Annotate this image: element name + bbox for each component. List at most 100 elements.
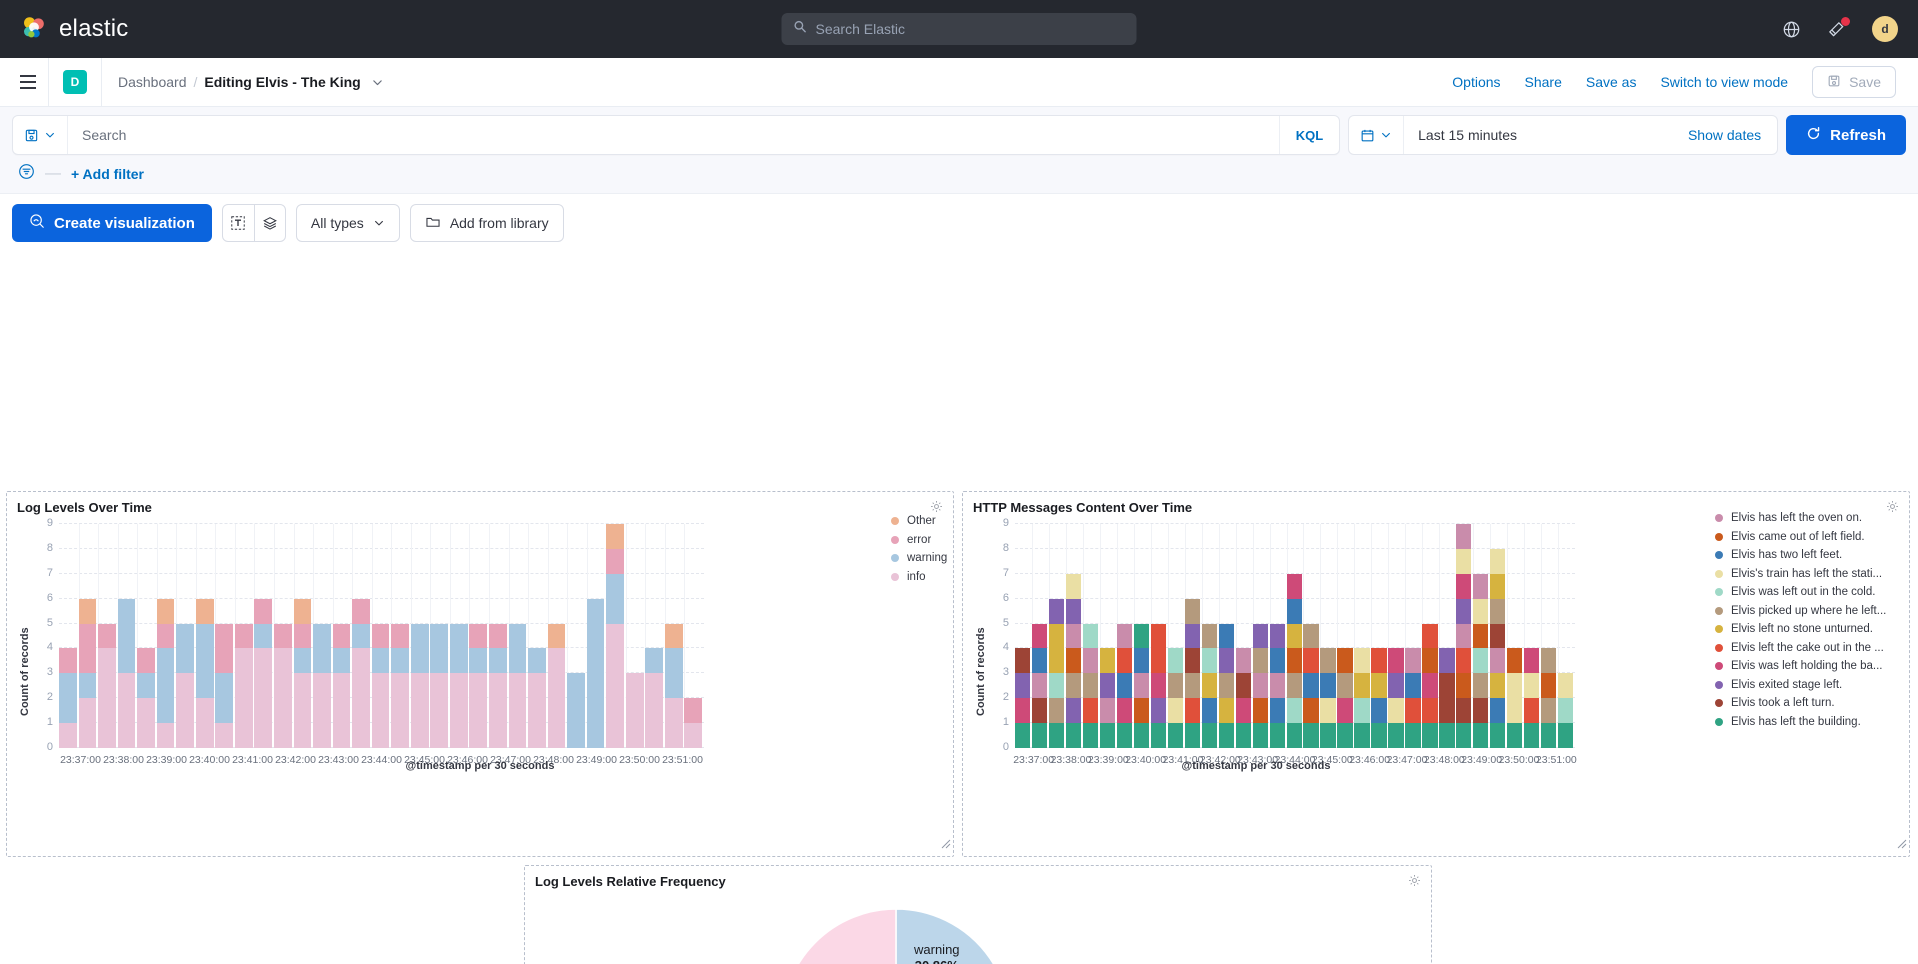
chevron-down-icon[interactable]: [371, 76, 384, 89]
add-text-icon[interactable]: [223, 205, 254, 241]
bar[interactable]: [1083, 624, 1098, 748]
bar[interactable]: [1100, 648, 1115, 748]
panel-log-levels-relative-frequency[interactable]: Log Levels Relative Frequency warning30.…: [524, 865, 1432, 964]
legend-item[interactable]: Elvis took a left turn.: [1715, 697, 1895, 709]
bar[interactable]: [1371, 648, 1386, 748]
bar[interactable]: [684, 698, 702, 748]
legend-item[interactable]: error: [891, 534, 947, 546]
bar[interactable]: [1287, 574, 1302, 748]
add-filter-button[interactable]: + Add filter: [71, 166, 144, 182]
legend-item[interactable]: Elvis came out of left field.: [1715, 531, 1895, 543]
save-button[interactable]: Save: [1812, 66, 1896, 98]
bar[interactable]: [176, 624, 194, 748]
bar[interactable]: [548, 624, 566, 748]
bar[interactable]: [98, 624, 116, 748]
bar[interactable]: [528, 648, 546, 748]
menu-hamburger-icon[interactable]: [8, 62, 48, 102]
bar[interactable]: [1354, 648, 1369, 748]
bar[interactable]: [450, 624, 468, 748]
panel-resize-handle[interactable]: [941, 836, 951, 854]
bar[interactable]: [137, 648, 155, 748]
bar[interactable]: [1015, 648, 1030, 748]
bar[interactable]: [333, 624, 351, 748]
bar[interactable]: [1439, 648, 1454, 748]
user-avatar[interactable]: d: [1872, 16, 1898, 42]
bar[interactable]: [1236, 648, 1251, 748]
bar[interactable]: [235, 624, 253, 748]
bar[interactable]: [79, 599, 97, 748]
panel-http-messages-content-over-time[interactable]: HTTP Messages Content Over Time Count of…: [962, 491, 1910, 857]
bar[interactable]: [1558, 673, 1573, 748]
bar[interactable]: [294, 599, 312, 748]
legend-item[interactable]: Elvis was left out in the cold.: [1715, 586, 1895, 598]
search-input[interactable]: Search: [68, 127, 1279, 143]
bar[interactable]: [430, 624, 448, 748]
bar[interactable]: [59, 648, 77, 748]
bar[interactable]: [1388, 648, 1403, 748]
bar[interactable]: [157, 599, 175, 748]
bar[interactable]: [1151, 624, 1166, 748]
options-button[interactable]: Options: [1452, 74, 1500, 90]
switch-to-view-mode-button[interactable]: Switch to view mode: [1660, 74, 1788, 90]
bar[interactable]: [1253, 624, 1268, 748]
bar[interactable]: [1185, 599, 1200, 748]
bar[interactable]: [567, 673, 585, 748]
bar[interactable]: [254, 599, 272, 748]
bar[interactable]: [1405, 648, 1420, 748]
bar[interactable]: [1117, 624, 1132, 748]
bar[interactable]: [665, 624, 683, 748]
bar[interactable]: [391, 624, 409, 748]
create-visualization-button[interactable]: Create visualization: [12, 204, 212, 242]
bar[interactable]: [274, 624, 292, 748]
bar[interactable]: [626, 673, 644, 748]
breadcrumb-dashboard[interactable]: Dashboard: [118, 74, 187, 90]
bar[interactable]: [313, 624, 331, 748]
legend-item[interactable]: Elvis left no stone unturned.: [1715, 623, 1895, 635]
saved-query-popover-button[interactable]: [13, 116, 68, 154]
legend-item[interactable]: Elvis picked up where he left...: [1715, 605, 1895, 617]
bar[interactable]: [1541, 648, 1556, 748]
refresh-button[interactable]: Refresh: [1786, 115, 1906, 155]
bar[interactable]: [489, 624, 507, 748]
global-search-box[interactable]: [782, 13, 1137, 45]
bar[interactable]: [215, 624, 233, 748]
all-types-filter-dropdown[interactable]: All types: [296, 204, 400, 242]
bar[interactable]: [196, 599, 214, 748]
bar[interactable]: [1134, 624, 1149, 748]
time-range-value[interactable]: Last 15 minutes: [1404, 127, 1688, 143]
bar[interactable]: [118, 599, 136, 748]
announcements-megaphone-icon[interactable]: [1827, 20, 1846, 39]
donut-slice-info[interactable]: [782, 909, 900, 964]
legend-item[interactable]: warning: [891, 552, 947, 564]
space-avatar[interactable]: D: [63, 70, 87, 94]
bar[interactable]: [645, 648, 663, 748]
bar[interactable]: [1473, 574, 1488, 748]
bar[interactable]: [509, 624, 527, 748]
legend-item[interactable]: Elvis was left holding the ba...: [1715, 660, 1895, 672]
bar[interactable]: [1524, 648, 1539, 748]
legend-item[interactable]: Elvis's train has left the stati...: [1715, 568, 1895, 580]
bar[interactable]: [587, 599, 605, 748]
bar[interactable]: [1422, 624, 1437, 748]
bar[interactable]: [1490, 549, 1505, 748]
bar[interactable]: [1270, 624, 1285, 748]
bar[interactable]: [469, 624, 487, 748]
bar[interactable]: [411, 624, 429, 748]
legend-item[interactable]: Elvis left the cake out in the ...: [1715, 642, 1895, 654]
filter-options-icon[interactable]: [18, 163, 35, 185]
bar[interactable]: [1456, 524, 1471, 748]
query-language-button[interactable]: KQL: [1279, 116, 1339, 154]
global-search-input[interactable]: [816, 21, 1125, 37]
save-as-button[interactable]: Save as: [1586, 74, 1637, 90]
show-dates-button[interactable]: Show dates: [1688, 127, 1777, 143]
search-query-field[interactable]: Search KQL: [12, 115, 1340, 155]
panel-resize-handle[interactable]: [1897, 836, 1907, 854]
legend-item[interactable]: Elvis exited stage left.: [1715, 679, 1895, 691]
bar[interactable]: [1066, 574, 1081, 748]
bar[interactable]: [1032, 624, 1047, 748]
bar[interactable]: [1168, 648, 1183, 748]
legend-item[interactable]: info: [891, 571, 947, 583]
elastic-logo-brand[interactable]: elastic: [20, 15, 128, 43]
bar[interactable]: [1303, 624, 1318, 748]
bar[interactable]: [1507, 648, 1522, 748]
